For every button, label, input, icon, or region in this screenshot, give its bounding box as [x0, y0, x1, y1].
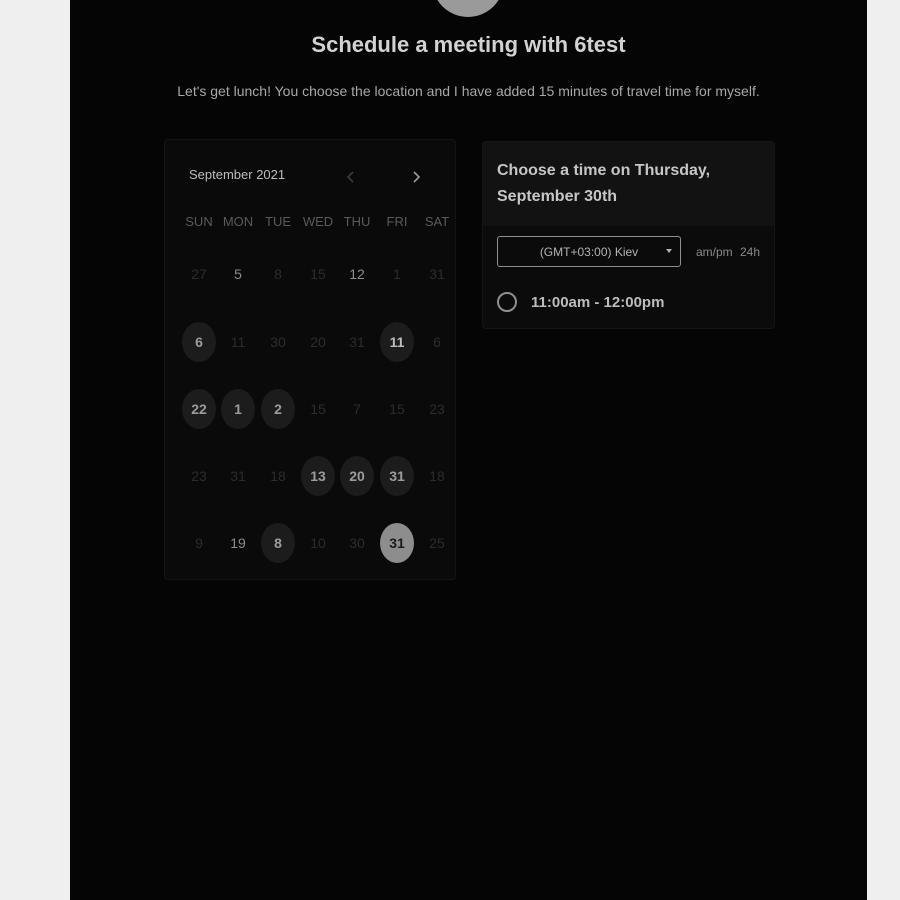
calendar-day: 19 — [230, 535, 246, 551]
time-format-ampm-toggle[interactable]: am/pm — [696, 245, 733, 259]
calendar-day: 20 — [310, 334, 326, 350]
weekday-label-mon: MON — [222, 214, 254, 229]
time-panel-header: Choose a time on Thursday, September 30t… — [483, 142, 774, 226]
calendar-day-available[interactable]: 2 — [261, 389, 295, 429]
chevron-left-icon — [346, 171, 354, 183]
caret-down-icon — [666, 249, 672, 253]
calendar-day: 27 — [191, 266, 207, 282]
calendar-day: 15 — [310, 266, 326, 282]
calendar-day: 31 — [349, 334, 365, 350]
weekday-header: SUN MON TUE WED THU FRI SAT — [179, 214, 459, 234]
time-slot-label: 11:00am - 12:00pm — [531, 293, 665, 311]
time-slot-radio[interactable] — [497, 292, 517, 312]
calendar-day: 25 — [429, 535, 445, 551]
calendar-day-available[interactable]: 20 — [340, 456, 374, 496]
calendar: September 2021 SUN MON TUE WED THU FRI SAT 27 5… — [164, 139, 456, 580]
calendar-day: 30 — [270, 334, 286, 350]
calendar-day: 1 — [393, 266, 401, 282]
calendar-day: 18 — [429, 468, 445, 484]
calendar-day-available[interactable]: 13 — [301, 456, 335, 496]
timezone-value: (GMT+03:00) Kiev — [539, 244, 639, 259]
calendar-day: 11 — [230, 334, 246, 350]
calendar-day: 12 — [349, 266, 365, 282]
calendar-day: 15 — [310, 401, 326, 417]
calendar-day-available[interactable]: 31 — [380, 456, 414, 496]
next-month-button[interactable] — [405, 166, 427, 188]
weekday-label-sun: SUN — [185, 214, 213, 229]
meeting-description: Let's get lunch! You choose the location… — [177, 83, 760, 99]
host-avatar — [432, 0, 504, 17]
calendar-day: 30 — [349, 535, 365, 551]
calendar-day: 9 — [195, 535, 203, 551]
calendar-day: 6 — [433, 334, 441, 350]
calendar-day: 18 — [270, 468, 286, 484]
calendar-day: 23 — [191, 468, 207, 484]
calendar-day-selected[interactable]: 31 — [380, 523, 414, 563]
weekday-label-fri: FRI — [386, 214, 408, 229]
weekday-label-sat: SAT — [424, 214, 450, 229]
weekday-label-thu: THU — [343, 214, 371, 229]
weekday-label-wed: WED — [302, 214, 334, 229]
calendar-day: 15 — [389, 401, 405, 417]
calendar-day-available[interactable]: 11 — [380, 322, 414, 362]
scheduling-page: Schedule a meeting with 6test Let's get … — [70, 0, 867, 900]
page-title: Schedule a meeting with 6test — [311, 32, 626, 57]
calendar-day-available[interactable]: 8 — [261, 523, 295, 563]
calendar-day: 8 — [274, 266, 282, 282]
calendar-day-available[interactable]: 6 — [182, 322, 216, 362]
previous-month-button[interactable] — [340, 166, 362, 188]
calendar-day: 31 — [429, 266, 445, 282]
calendar-day: 10 — [310, 535, 326, 551]
time-slot-option[interactable]: 11:00am - 12:00pm — [497, 290, 767, 314]
time-format-24h-toggle[interactable]: 24h — [740, 245, 760, 259]
time-panel-heading: Choose a time on Thursday, September 30t… — [497, 162, 711, 205]
calendar-day: 31 — [230, 468, 246, 484]
timezone-select[interactable]: (GMT+03:00) Kiev — [497, 236, 681, 267]
weekday-label-tue: TUE — [265, 214, 291, 229]
calendar-month-label: September 2021 — [189, 167, 286, 182]
calendar-day: 5 — [234, 266, 242, 282]
calendar-day-available[interactable]: 22 — [182, 389, 216, 429]
chevron-right-icon — [413, 171, 421, 183]
calendar-day: 7 — [353, 401, 361, 417]
calendar-day: 23 — [429, 401, 445, 417]
time-selection-panel: Choose a time on Thursday, September 30t… — [482, 141, 775, 329]
calendar-day-available[interactable]: 1 — [221, 389, 255, 429]
